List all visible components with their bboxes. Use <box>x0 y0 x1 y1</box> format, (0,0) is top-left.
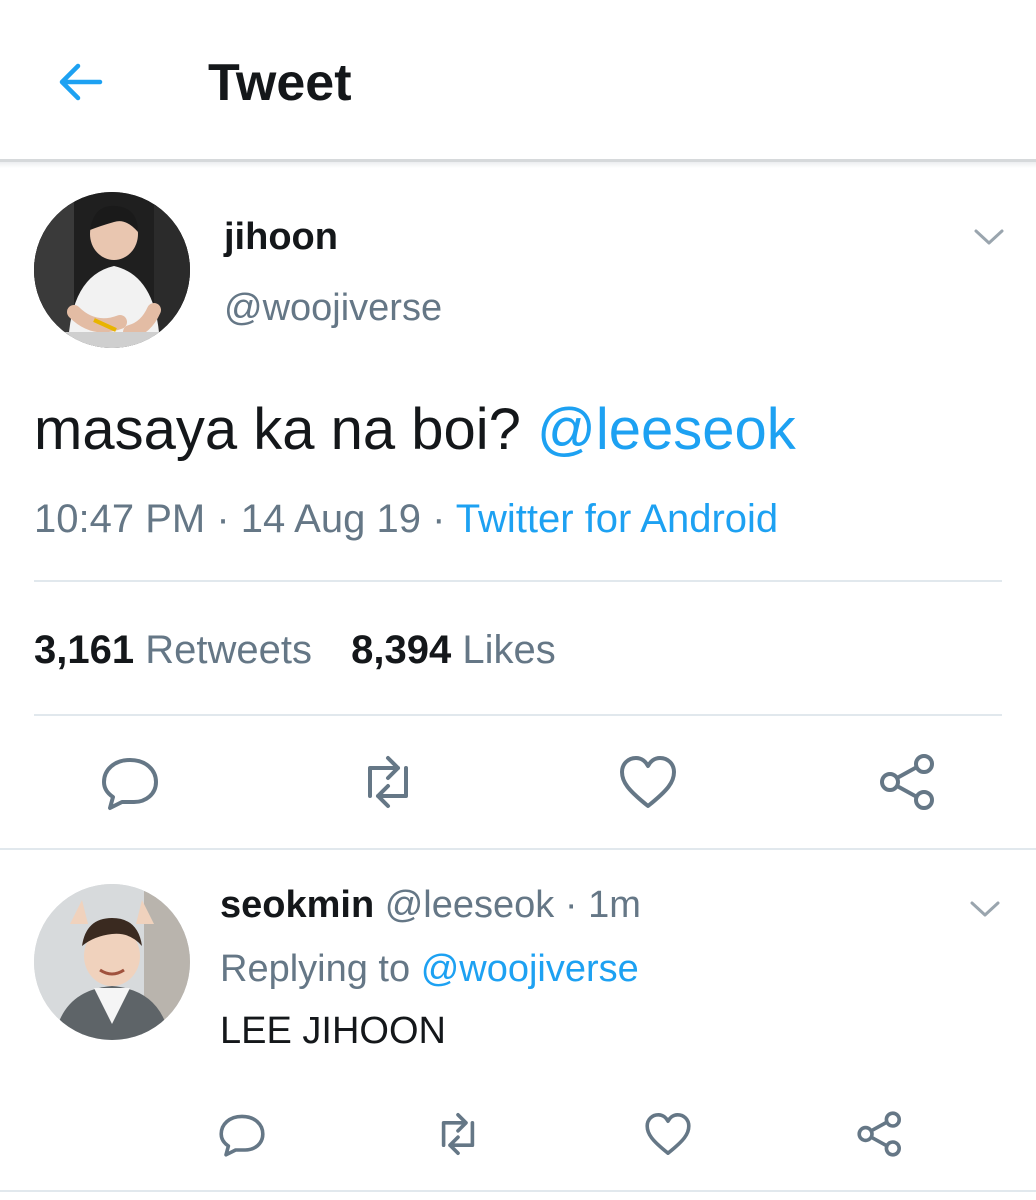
like-icon[interactable] <box>644 1110 692 1158</box>
retweets-stat[interactable]: 3,161 Retweets <box>34 628 312 672</box>
tweet-text: masaya ka na boi? @leeseok <box>34 395 796 465</box>
header-shadow <box>0 162 1036 168</box>
tweet-time: 10:47 PM <box>34 497 206 541</box>
reply-text: LEE JIHOON <box>220 1010 446 1052</box>
share-icon[interactable] <box>856 1110 904 1158</box>
reply-icon[interactable] <box>100 752 160 812</box>
author-avatar[interactable] <box>34 192 190 348</box>
likes-count: 8,394 <box>351 628 452 672</box>
chevron-down-icon[interactable] <box>972 226 1006 248</box>
tweet-source-link[interactable]: Twitter for Android <box>456 497 778 541</box>
tweet-mention-link[interactable]: @leeseok <box>537 397 796 462</box>
author-name[interactable]: jihoon <box>224 214 338 260</box>
app-header <box>0 0 1036 160</box>
tweet-meta: 10:47 PM · 14 Aug 19 · Twitter for Andro… <box>34 497 779 541</box>
retweets-label: Retweets <box>145 628 312 672</box>
share-icon[interactable] <box>878 752 938 812</box>
likes-stat[interactable]: 8,394 Likes <box>351 628 556 672</box>
page-title: Tweet <box>208 54 352 112</box>
like-icon[interactable] <box>618 752 678 812</box>
tweet-date: 14 Aug 19 <box>240 497 421 541</box>
divider <box>34 714 1002 716</box>
reply-author-handle[interactable]: @leeseok <box>385 884 555 926</box>
likes-label: Likes <box>462 628 556 672</box>
retweets-count: 3,161 <box>34 628 135 672</box>
replying-prefix: Replying to <box>220 948 411 990</box>
avatar-photo <box>34 192 190 348</box>
avatar-photo <box>34 884 190 1040</box>
tweet-separator <box>0 848 1036 850</box>
retweet-icon[interactable] <box>434 1110 482 1158</box>
replying-to: Replying to @woojiverse <box>220 946 639 992</box>
reply-time: 1m <box>588 884 641 926</box>
chevron-down-icon[interactable] <box>968 898 1002 920</box>
tweet-body: masaya ka na boi? <box>34 397 521 462</box>
tweet-stats: 3,161 Retweets 8,394 Likes <box>34 625 556 675</box>
divider <box>34 580 1002 582</box>
reply-icon[interactable] <box>218 1110 266 1158</box>
retweet-icon[interactable] <box>358 752 418 812</box>
author-handle[interactable]: @woojiverse <box>224 285 442 331</box>
arrow-left-icon[interactable] <box>52 54 108 110</box>
reply-header: seokmin @leeseok · 1m <box>220 884 641 926</box>
divider <box>0 1190 1036 1192</box>
reply-author-name[interactable]: seokmin <box>220 884 374 926</box>
replying-to-link[interactable]: @woojiverse <box>421 948 639 990</box>
reply-author-avatar[interactable] <box>34 884 190 1040</box>
